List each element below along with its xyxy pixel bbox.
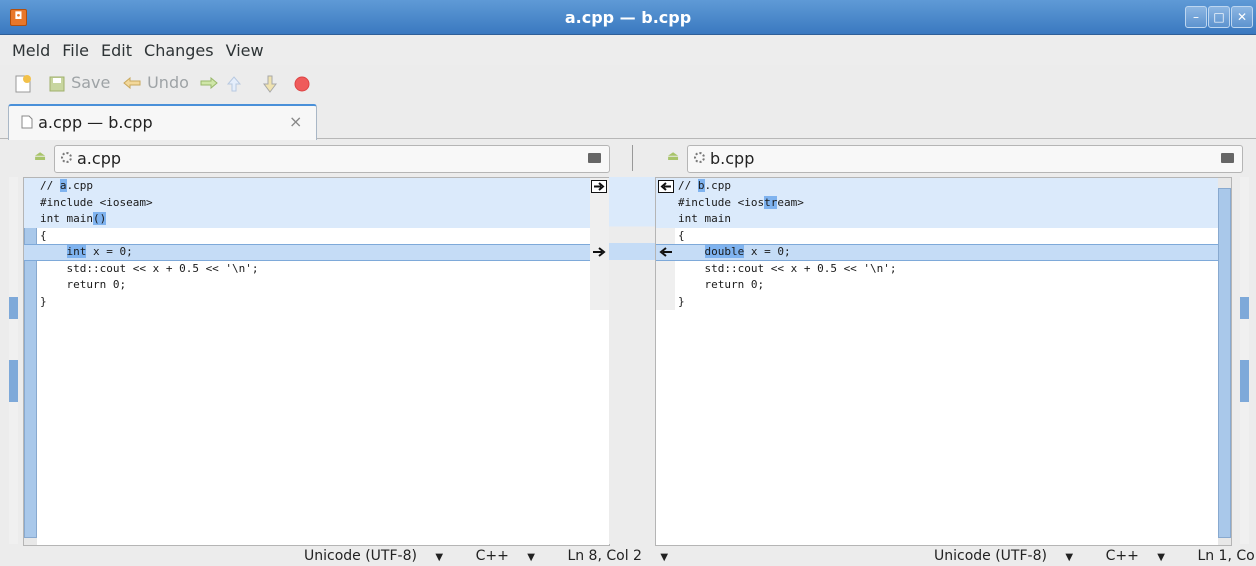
code-line: }: [40, 294, 47, 308]
arrow-right-icon[interactable]: [592, 246, 606, 258]
left-language-selector[interactable]: C++ ▼: [462, 548, 535, 564]
code-line: // b.cpp: [678, 179, 731, 192]
next-change-button[interactable]: [261, 66, 279, 100]
undo-icon: [123, 76, 141, 89]
link-map-curves: [609, 177, 655, 260]
right-encoding-selector[interactable]: Unicode (UTF-8) ▼: [920, 548, 1073, 564]
code-line: double x = 0;: [704, 245, 791, 258]
code-line: std::cout << x + 0.5 << '\n';: [678, 261, 897, 275]
redo-button[interactable]: [199, 66, 219, 100]
menu-changes[interactable]: Changes: [138, 35, 220, 60]
code-line: #include <iostream>: [678, 195, 804, 209]
tab-label: a.cpp — b.cpp: [38, 113, 153, 132]
overview-change-marker: [1240, 360, 1249, 402]
code-line: return 0;: [40, 278, 127, 291]
code-line: {: [40, 228, 47, 242]
undo-label: Undo: [147, 73, 189, 92]
link-map[interactable]: [609, 177, 655, 544]
menu-file[interactable]: File: [56, 35, 95, 60]
right-language-selector[interactable]: C++ ▼: [1092, 548, 1165, 564]
menu-bar: Meld File Edit Changes View: [0, 35, 1256, 65]
code-line: }: [678, 294, 685, 308]
left-file-chooser[interactable]: a.cpp: [54, 145, 610, 173]
undo-button[interactable]: Undo: [122, 66, 189, 100]
window-title: a.cpp — b.cpp: [564, 8, 692, 27]
code-line: int main: [678, 212, 731, 225]
redo-icon: [200, 76, 218, 89]
code-line: std::cout << x + 0.5 << '\n';: [40, 261, 259, 275]
new-comparison-button[interactable]: [14, 66, 32, 100]
stop-button[interactable]: [293, 66, 311, 100]
right-overview-map[interactable]: [1240, 177, 1249, 544]
right-file-chooser[interactable]: b.cpp: [687, 145, 1243, 173]
left-overview-map[interactable]: [9, 177, 18, 544]
code-line: int main(): [40, 212, 107, 225]
maximize-button[interactable]: □: [1208, 6, 1230, 28]
code-line: // a.cpp: [40, 179, 93, 192]
code-line: #include <ioseam>: [40, 195, 153, 209]
arrow-right-icon[interactable]: [591, 180, 607, 193]
tab-label-wrap: a.cpp — b.cpp: [21, 113, 153, 132]
menu-view[interactable]: View: [220, 35, 270, 60]
overview-change-marker: [9, 360, 18, 402]
save-icon: [49, 76, 65, 91]
left-cursor-position[interactable]: Ln 8, Col 2 ▼: [553, 548, 668, 564]
overview-change-marker: [1240, 297, 1249, 319]
previous-change-icon: [226, 75, 242, 91]
new-comparison-icon: [15, 74, 31, 92]
left-filename: a.cpp: [77, 149, 121, 168]
right-save-icon[interactable]: ⏏: [667, 149, 679, 164]
file-icon: [21, 115, 33, 129]
file-gear-icon: [694, 152, 705, 163]
tab-close-button[interactable]: ×: [289, 112, 302, 131]
right-cursor-position[interactable]: Ln 1, Col 1 ▼: [1183, 548, 1256, 564]
arrow-left-icon[interactable]: [659, 246, 673, 258]
left-editor-pane[interactable]: // a.cpp #include <ioseam> int main() { …: [23, 177, 610, 546]
pane-separator: [632, 145, 633, 171]
tab-comparison[interactable]: a.cpp — b.cpp ×: [8, 104, 317, 140]
next-change-icon: [263, 75, 277, 93]
open-folder-icon[interactable]: [1221, 153, 1234, 163]
right-editor-pane[interactable]: // b.cpp #include <iostream> int main { …: [655, 177, 1232, 546]
toolbar: Save Undo: [0, 66, 1256, 100]
save-button[interactable]: Save: [48, 66, 110, 100]
overview-change-marker: [9, 297, 18, 319]
menu-edit[interactable]: Edit: [95, 35, 138, 60]
previous-change-button[interactable]: [226, 66, 242, 100]
right-filename: b.cpp: [710, 149, 755, 168]
left-save-icon[interactable]: ⏏: [34, 149, 46, 164]
menu-meld[interactable]: Meld: [0, 35, 56, 60]
stop-icon: [294, 76, 310, 91]
close-window-button[interactable]: ✕: [1231, 6, 1253, 28]
minimize-button[interactable]: –: [1185, 6, 1207, 28]
file-gear-icon: [61, 152, 72, 163]
right-status-bar: Unicode (UTF-8) ▼ C++ ▼ Ln 1, Col 1 ▼: [906, 548, 1256, 566]
arrow-left-icon[interactable]: [658, 180, 674, 193]
left-encoding-selector[interactable]: Unicode (UTF-8) ▼: [290, 548, 443, 564]
left-status-bar: Unicode (UTF-8) ▼ C++ ▼ Ln 8, Col 2 ▼: [276, 548, 668, 566]
open-folder-icon[interactable]: [588, 153, 601, 163]
code-line: int x = 0;: [66, 245, 133, 258]
code-line: return 0;: [678, 278, 765, 291]
code-line: {: [678, 228, 685, 242]
save-label: Save: [71, 73, 111, 92]
